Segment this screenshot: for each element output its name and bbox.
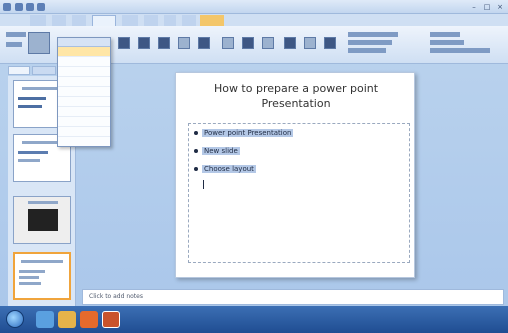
ribbon-button[interactable]	[262, 37, 274, 49]
bullet-icon	[194, 149, 198, 153]
bullet-item[interactable]: Power point Presentation	[194, 128, 294, 139]
menu-item[interactable]	[58, 87, 110, 97]
start-orb-icon[interactable]	[6, 310, 24, 328]
bullet-icon	[194, 131, 198, 135]
notes-pane[interactable]: Click to add notes	[82, 289, 504, 305]
tab-5[interactable]	[122, 15, 138, 26]
system-tray[interactable]	[448, 314, 502, 326]
ribbon-button[interactable]	[158, 37, 170, 49]
ribbon-small-control[interactable]	[430, 40, 464, 45]
ribbon-small-control[interactable]	[348, 40, 392, 45]
undo-icon[interactable]	[26, 3, 34, 11]
content-placeholder[interactable]: Power point Presentation New slide Choos…	[188, 123, 410, 263]
folder-icon[interactable]	[58, 311, 76, 328]
slide-title[interactable]: How to prepare a power point Presentatio…	[188, 81, 404, 111]
menu-item[interactable]	[58, 127, 110, 137]
ribbon-small-control[interactable]	[430, 32, 460, 37]
menu-item[interactable]	[58, 97, 110, 107]
slide-thumbnail-selected[interactable]	[13, 252, 71, 300]
ribbon-button[interactable]	[178, 37, 190, 49]
ribbon-button[interactable]	[118, 37, 130, 49]
thumb-line	[22, 141, 62, 144]
powerpoint-icon[interactable]	[102, 311, 120, 328]
thumb-line	[18, 159, 40, 162]
taskbar	[0, 306, 508, 333]
ribbon-button[interactable]	[198, 37, 210, 49]
maximize-button[interactable]: □	[481, 2, 493, 12]
new-slide-icon[interactable]	[28, 32, 50, 54]
layout-dropdown-menu	[57, 37, 111, 147]
slides-tab[interactable]	[8, 66, 30, 75]
slide-title-line: Presentation	[261, 97, 331, 110]
bullet-text: Choose layout	[202, 165, 256, 173]
minimize-button[interactable]: –	[468, 2, 480, 12]
bullet-icon	[194, 167, 198, 171]
tab-2[interactable]	[52, 15, 66, 26]
thumb-line	[18, 151, 48, 154]
menu-item[interactable]	[58, 67, 110, 77]
thumb-line	[18, 97, 46, 100]
close-button[interactable]: ×	[494, 2, 506, 12]
tab-7[interactable]	[164, 15, 176, 26]
media-player-icon[interactable]	[80, 311, 98, 328]
ribbon-small-control[interactable]	[430, 48, 490, 53]
thumb-line	[21, 260, 63, 263]
menu-item[interactable]	[58, 77, 110, 87]
title-bar: – □ ×	[0, 0, 508, 14]
thumb-line	[28, 201, 58, 204]
thumb-line	[22, 87, 62, 90]
slide-thumbnail[interactable]	[13, 196, 71, 244]
ribbon-button[interactable]	[284, 37, 296, 49]
ribbon-button[interactable]	[138, 37, 150, 49]
bullet-item[interactable]: New slide	[194, 146, 240, 157]
powerpoint-window: – □ × How to prepare a power point Prese…	[0, 0, 508, 333]
tab-active[interactable]	[92, 15, 116, 26]
thumb-line	[19, 276, 39, 279]
tab-1[interactable]	[30, 15, 46, 26]
bullet-text: Power point Presentation	[202, 129, 294, 137]
menu-item[interactable]	[58, 117, 110, 127]
tab-3[interactable]	[72, 15, 86, 26]
menu-item[interactable]	[58, 107, 110, 117]
ribbon-tabs	[0, 14, 508, 26]
slide-canvas[interactable]: How to prepare a power point Presentatio…	[175, 72, 415, 278]
slide-title-line: How to prepare a power point	[213, 82, 379, 95]
menu-item[interactable]	[58, 57, 110, 67]
thumb-image	[28, 209, 58, 231]
menu-item[interactable]	[58, 47, 110, 57]
outline-tab[interactable]	[32, 66, 56, 75]
bullet-item[interactable]: Choose layout	[194, 164, 256, 175]
bullet-text: New slide	[202, 147, 240, 155]
save-icon[interactable]	[15, 3, 23, 11]
thumb-line	[19, 282, 41, 285]
explorer-icon[interactable]	[36, 311, 54, 328]
ribbon-small-control[interactable]	[348, 32, 398, 37]
tab-contextual[interactable]	[200, 15, 224, 26]
tab-6[interactable]	[144, 15, 158, 26]
ribbon-small-control[interactable]	[6, 42, 22, 47]
ribbon-small-control[interactable]	[348, 48, 386, 53]
redo-icon[interactable]	[37, 3, 45, 11]
thumb-line	[19, 270, 45, 273]
ribbon-button[interactable]	[222, 37, 234, 49]
ribbon-button[interactable]	[304, 37, 316, 49]
ribbon-button[interactable]	[242, 37, 254, 49]
text-cursor	[203, 180, 204, 189]
office-button-icon[interactable]	[3, 3, 11, 11]
ribbon-button[interactable]	[324, 37, 336, 49]
menu-header	[58, 38, 110, 47]
tab-8[interactable]	[182, 15, 196, 26]
ribbon-small-control[interactable]	[6, 32, 26, 37]
thumb-line	[18, 105, 42, 108]
